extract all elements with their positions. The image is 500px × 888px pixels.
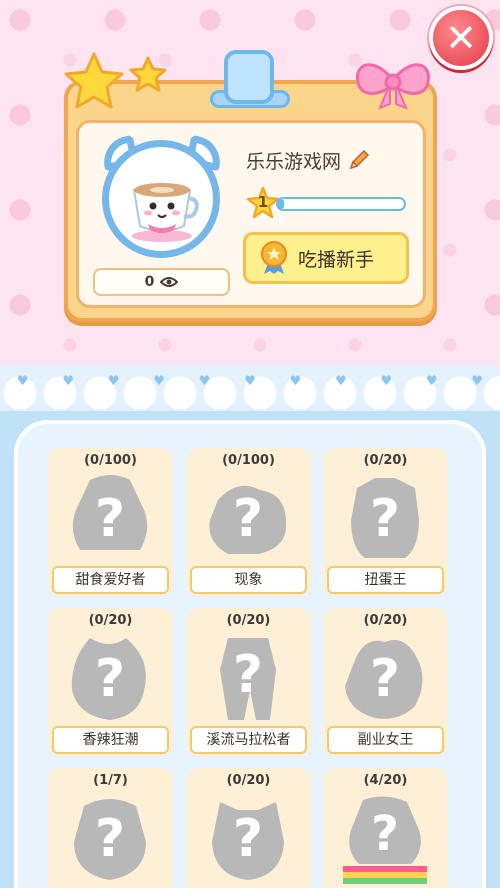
level-number: 1 <box>257 193 269 211</box>
achievement-progress: (0/20) <box>363 613 408 628</box>
heart-icon: ♥ <box>335 374 347 389</box>
xp-progress-fill <box>278 199 285 209</box>
heart-icon: ♥ <box>107 374 120 389</box>
svg-text:?: ? <box>95 489 125 549</box>
svg-text:?: ? <box>233 645 263 705</box>
achievement-label: 现象 <box>190 566 307 594</box>
svg-text:?: ? <box>95 649 125 709</box>
question-mark-icon: ? <box>71 638 146 720</box>
badge-clip-icon <box>224 50 274 104</box>
achievement-label: 溪流马拉松者 <box>190 726 307 754</box>
achievement-card[interactable]: (0/20) ? 香辣狂潮 <box>48 608 173 756</box>
views-count: 0 <box>144 274 155 290</box>
svg-text:?: ? <box>233 489 263 549</box>
question-mark-icon: ? <box>72 475 148 550</box>
achievement-card[interactable]: (0/100) ? 现象 <box>186 448 311 596</box>
question-mark-icon: ? <box>209 485 287 554</box>
svg-text:?: ? <box>370 489 400 549</box>
title-badge-label: 吃播新手 <box>298 248 375 271</box>
achievement-card[interactable]: (1/7) ? <box>48 768 173 888</box>
question-mark-icon: ? <box>351 478 419 558</box>
heart-icon: ♥ <box>198 374 211 389</box>
achievement-card[interactable]: (0/20) ? 副业女王 <box>323 608 448 756</box>
player-name[interactable]: 乐乐游戏网 <box>240 138 413 182</box>
achievement-card[interactable]: (0/20) ? 溪流马拉松者 <box>186 608 311 756</box>
heart-icon: ♥ <box>62 374 74 389</box>
eye-icon <box>160 277 179 287</box>
achievement-progress: (0/20) <box>226 773 271 788</box>
achievement-progress: (4/20) <box>363 773 408 788</box>
question-mark-icon: ? <box>74 799 146 880</box>
achievement-card[interactable]: (0/20) ? 扭蛋王 <box>323 448 448 596</box>
heart-icon: ♥ <box>244 374 256 389</box>
stars-decoration-icon <box>64 52 167 109</box>
achievement-label: 副业女王 <box>327 726 444 754</box>
player-name-text: 乐乐游戏网 <box>246 150 342 173</box>
heart-icon: ♥ <box>289 374 302 389</box>
svg-text:?: ? <box>95 809 125 869</box>
lace-hearts-decoration: ♥ ♥ ♥ ♥ ♥ ♥ ♥ ♥ ♥ ♥ ♥ <box>0 374 500 392</box>
pencil-icon[interactable] <box>347 148 371 172</box>
achievement-label: 甜食爱好者 <box>52 566 169 594</box>
views-counter: 0 <box>93 268 230 296</box>
close-button[interactable]: ✕ <box>429 6 493 70</box>
teacup-avatar-icon[interactable] <box>124 170 200 244</box>
medal-icon <box>261 241 287 274</box>
close-icon: ✕ <box>445 16 477 60</box>
title-badge-button[interactable]: 吃播新手 <box>243 232 409 284</box>
achievement-label: 扭蛋王 <box>327 566 444 594</box>
question-mark-icon: ? <box>220 638 276 720</box>
svg-text:?: ? <box>370 649 400 709</box>
achievement-progress: (0/20) <box>226 613 271 628</box>
heart-icon: ♥ <box>380 374 393 389</box>
achievement-progress: (0/100) <box>222 453 275 468</box>
achievement-progress: (0/100) <box>84 453 137 468</box>
heart-icon: ♥ <box>425 374 438 389</box>
question-mark-icon: ? <box>212 802 284 880</box>
bow-decoration-icon <box>356 63 430 110</box>
heart-icon: ♥ <box>471 374 484 389</box>
svg-text:?: ? <box>371 806 399 862</box>
achievement-card[interactable]: (0/100) ? 甜食爱好者 <box>48 448 173 596</box>
svg-text:?: ? <box>233 809 263 869</box>
achievement-label: 香辣狂潮 <box>52 726 169 754</box>
achievement-progress: (1/7) <box>93 773 128 788</box>
achievement-card[interactable]: (0/20) ? <box>186 768 311 888</box>
achievement-progress: (0/20) <box>88 613 133 628</box>
heart-icon: ♥ <box>153 374 165 389</box>
heart-icon: ♥ <box>16 374 29 389</box>
question-mark-icon: ? <box>345 640 423 719</box>
achievement-progress: (0/20) <box>363 453 408 468</box>
xp-progress-bar <box>276 197 406 211</box>
question-mark-icon: ? <box>343 796 427 884</box>
achievement-card[interactable]: (4/20) ? <box>323 768 448 888</box>
